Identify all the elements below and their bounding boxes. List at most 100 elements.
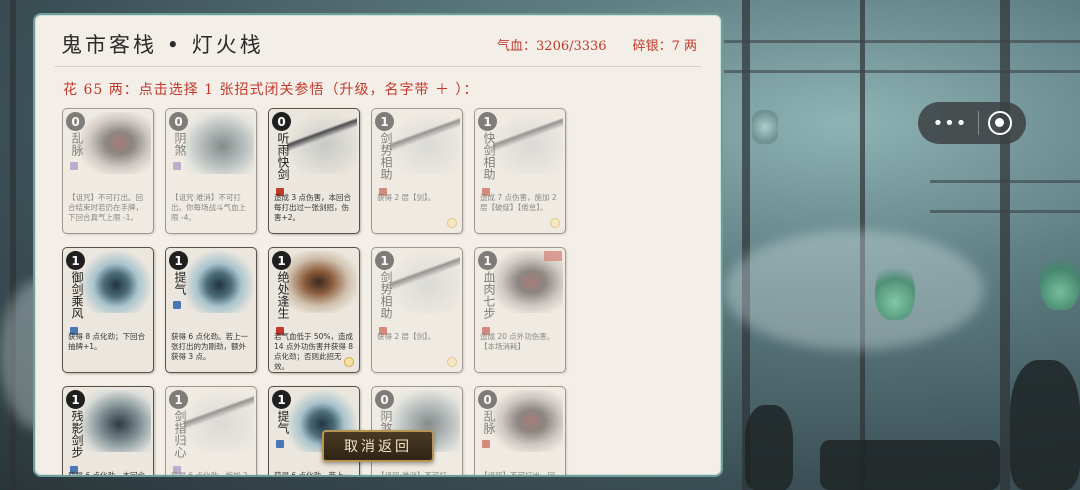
- bg-ghost-fire: [875, 260, 915, 320]
- card-cost-badge: 0: [169, 112, 188, 131]
- card-name: 听雨快剑: [276, 132, 290, 180]
- card-cost-badge: 0: [375, 390, 394, 409]
- card-artwork: [184, 112, 254, 174]
- card-type-icon: [70, 162, 78, 170]
- card-description: 造成 7 点伤害，施加 2 层【破绽】【倦怠】。: [480, 193, 557, 212]
- skill-card[interactable]: 1 绝处逢生若气血低于 50%，造成 14 点外功伤害并获得 8 点化劲；否则此招…: [268, 247, 360, 373]
- page-title: 鬼市客栈 • 灯火栈: [61, 33, 264, 57]
- bg-mist: [724, 230, 984, 350]
- card-cost-badge: 1: [478, 112, 497, 131]
- card-description: 【诅咒·难消】不可打出。你每场战斗气血上限 -4。: [171, 193, 246, 222]
- card-description: 【诅咒】不可打出。回合结束时若仍在手牌，: [480, 471, 555, 477]
- card-name: 残影剑步: [70, 410, 84, 458]
- card-cost-badge: 1: [169, 390, 188, 409]
- card-description: 获得 6 点化劲，本回合之后 2 张剑招费用-1。: [68, 471, 146, 477]
- card-artwork: [184, 251, 254, 313]
- card-seal-icon: [344, 357, 354, 367]
- card-name: 乱脉: [70, 132, 84, 156]
- bg-roof: [930, 210, 1080, 213]
- bg-roof: [724, 70, 1080, 73]
- card-type-icon: [173, 162, 181, 170]
- miniprogram-capsule: •••: [918, 102, 1026, 144]
- card-artwork: [81, 112, 151, 174]
- card-description: 造成 20 点外功伤害。【本场消耗】: [480, 332, 555, 351]
- card-seal-icon: [550, 218, 560, 228]
- close-miniprogram-icon[interactable]: [988, 111, 1012, 135]
- bg-roof: [724, 40, 1080, 43]
- header-divider: [55, 66, 701, 67]
- capsule-divider: [977, 111, 979, 135]
- card-name: 快剑相助: [482, 132, 496, 180]
- skill-card[interactable]: 0 阴煞【诅咒·难消】不可打出。你每场战斗气血上限 -4。: [165, 108, 257, 234]
- hp-stat: 气血：3206/3336: [497, 39, 607, 54]
- silver-stat: 碎银：7 两: [632, 39, 697, 54]
- bg-roof: [930, 180, 1080, 183]
- card-corner-ribbon-icon: [544, 251, 562, 261]
- card-name: 乱脉: [482, 410, 496, 434]
- card-artwork: [287, 112, 357, 174]
- card-cost-badge: 0: [478, 390, 497, 409]
- card-description: 【诅咒·难消】不可打出。你每场战斗气血上限: [377, 471, 447, 477]
- card-cost-badge: 1: [272, 251, 291, 270]
- card-cost-badge: 0: [272, 112, 291, 131]
- bg-jar: [745, 405, 793, 490]
- skill-card[interactable]: 1 剑势相助获得 2 层【剑】。: [371, 108, 463, 234]
- card-name: 绝处逢生: [276, 271, 290, 319]
- skill-card[interactable]: 0乱脉【诅咒】不可打出。回合结束时若仍在手牌，: [474, 386, 566, 477]
- card-name: 剑势相助: [379, 271, 393, 319]
- card-cost-badge: 1: [375, 112, 394, 131]
- card-name: 血肉七步: [482, 271, 496, 319]
- card-name: 阴煞: [173, 132, 187, 156]
- card-description: 获得 2 层【剑】。: [377, 332, 436, 341]
- card-seal-icon: [447, 218, 457, 228]
- card-description: 获得 8 点化劲；下回合抽牌+1。: [68, 332, 146, 351]
- card-description: 获得 6 点化劲，施加 2 层【破绽】【倦怠】。: [171, 471, 248, 477]
- card-name: 剑势相助: [379, 132, 393, 180]
- skill-card[interactable]: 1 快剑相助造成 7 点伤害，施加 2 层【破绽】【倦怠】。: [474, 108, 566, 234]
- card-artwork: [81, 390, 151, 452]
- skill-card[interactable]: 0 听雨快剑造成 3 点伤害，本回合每打出过一张剑招，伤害+2。: [268, 108, 360, 234]
- skill-card[interactable]: 1 御剑乘风 获得 8 点化劲；下回合抽牌+1。: [62, 247, 154, 373]
- card-cost-badge: 0: [66, 112, 85, 131]
- card-type-icon: [276, 440, 284, 448]
- card-description: 获得 6 点化劲。若上一张打出的为刚劲，额外: [274, 471, 352, 477]
- bg-ghost-fire: [1040, 250, 1080, 310]
- card-artwork: [493, 112, 563, 174]
- card-description: 获得 2 层【剑】。: [377, 193, 436, 202]
- card-artwork: [493, 390, 563, 452]
- card-description: 造成 3 点伤害，本回合每打出过一张剑招，伤害+2。: [274, 193, 352, 222]
- skill-card[interactable]: 1 血肉七步造成 20 点外功伤害。【本场消耗】: [474, 247, 566, 373]
- card-description: 获得 6 点化劲。若上一张打出的为刚劲，额外获得 3 点。: [171, 332, 249, 361]
- instruction-text: 花 65 两：点击选择 1 张招式闭关参悟（升级，名字带 ＋ ）：: [63, 82, 479, 98]
- skill-card[interactable]: 0 乱脉【诅咒】不可打出。回合结束时若仍在手牌，下回合真气上限 -1。: [62, 108, 154, 234]
- skill-card[interactable]: 1 提气获得 6 点化劲。若上一张打出的为刚劲，额外获得 3 点。: [165, 247, 257, 373]
- card-artwork: [184, 390, 254, 452]
- card-description: 若气血低于 50%，造成 14 点外功伤害并获得 8 点化劲；否则此招无效。: [274, 332, 354, 371]
- card-name: 提气: [173, 271, 187, 295]
- skill-card[interactable]: 1 剑势相助获得 2 层【剑】。: [371, 247, 463, 373]
- card-name: 御剑乘风: [70, 271, 84, 319]
- cancel-button[interactable]: 取消返回: [322, 430, 434, 462]
- inn-dialog-panel: 鬼市客栈 • 灯火栈 气血：3206/3336 碎银：7 两 花 65 两：点击…: [33, 13, 723, 477]
- card-type-icon: [482, 440, 490, 448]
- card-cost-badge: 1: [66, 390, 85, 409]
- skill-card[interactable]: 1残影剑步获得 6 点化劲，本回合之后 2 张剑招费用-1。: [62, 386, 154, 477]
- card-name: 提气: [276, 410, 290, 434]
- card-artwork: [390, 112, 460, 174]
- card-seal-icon: [447, 357, 457, 367]
- card-cost-badge: 1: [375, 251, 394, 270]
- card-name: 剑指归心: [173, 410, 187, 458]
- card-cost-badge: 1: [478, 251, 497, 270]
- bg-jar: [1010, 360, 1080, 490]
- bg-pole: [10, 0, 16, 490]
- bg-lantern: [752, 110, 778, 144]
- card-artwork: [287, 251, 357, 313]
- card-cost-badge: 1: [169, 251, 188, 270]
- skill-card[interactable]: 1剑指归心获得 6 点化劲，施加 2 层【破绽】【倦怠】。: [165, 386, 257, 477]
- card-description: 【诅咒】不可打出。回合结束时若仍在手牌，下回合真气上限 -1。: [68, 193, 143, 222]
- more-menu-button[interactable]: •••: [932, 113, 968, 134]
- card-artwork: [390, 251, 460, 313]
- player-stats: 气血：3206/3336 碎银：7 两: [497, 35, 697, 54]
- card-cost-badge: 1: [272, 390, 291, 409]
- panel-header: 鬼市客栈 • 灯火栈 气血：3206/3336 碎银：7 两: [35, 15, 721, 67]
